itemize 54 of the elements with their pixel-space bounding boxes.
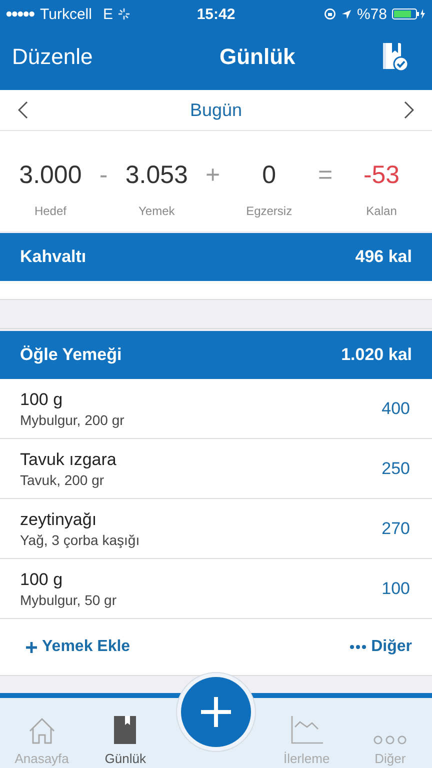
calorie-label: Yemek [138,204,175,218]
food-detail: Mybulgur, 200 gr [20,412,124,428]
diary-check-icon[interactable] [382,42,408,72]
previous-day-icon[interactable] [18,101,28,119]
food-name: zeytinyağı [20,510,98,530]
food-name: 100 g [20,570,64,590]
meal-header: Öğle Yemeği 1.020 kal [0,331,432,379]
book-icon [112,715,138,745]
operator-sign: + [206,161,220,190]
rotation-lock-icon [324,8,336,20]
food-detail: Yağ, 3 çorba kaşığı [20,532,140,548]
food-name: Tavuk ızgara [20,450,116,470]
battery-percent: %78 [356,6,387,22]
next-day-icon[interactable] [404,101,414,119]
operator-sign: - [99,161,108,190]
calorie-value: 0 [262,161,276,190]
tab-item[interactable]: Günlük [89,704,162,766]
calorie-value: 3.000 [19,161,82,190]
line-chart-icon [290,715,324,745]
carrier-name: Turkcell [40,6,92,22]
date-label: Bugün [190,100,242,120]
signal-icon [6,11,35,17]
operator-sign: = [318,161,333,190]
food-entry[interactable]: 100 g Mybulgur, 50 gr 100 [0,559,432,619]
food-calories: 100 [382,578,410,598]
add-food-link[interactable]: Yemek Ekle [26,638,130,656]
activity-spinner-icon [118,8,130,20]
home-icon [26,717,57,745]
calorie-value: 3.053 [125,161,188,190]
battery-charging-icon [392,8,426,20]
clock-time: 15:42 [196,6,236,22]
plus-icon [26,642,37,652]
edit-button[interactable]: Düzenle [12,44,93,70]
network-type: E [102,6,113,22]
food-detail: Tavuk, 200 gr [20,472,106,488]
calorie-label: Kalan [366,204,397,218]
add-button[interactable] [176,672,256,752]
food-calories: 400 [382,398,410,418]
calorie-value: -53 [363,161,400,190]
meal-header: Kahvaltı 496 kal [0,233,432,281]
food-entry[interactable]: zeytinyağı Yağ, 3 çorba kaşığı 270 [0,499,432,559]
food-entry[interactable]: Tavuk ızgara Tavuk, 200 gr 250 [0,439,432,499]
more-dots-icon [350,645,366,649]
calorie-label: Egzersiz [246,204,292,218]
calorie-label: Hedef [34,204,66,218]
more-link[interactable]: Diğer [350,638,412,656]
location-arrow-icon [340,8,352,20]
food-name: 100 g [20,390,64,410]
food-entry[interactable]: 100 g Mybulgur, 200 gr 400 [0,379,432,439]
food-detail: Mybulgur, 50 gr [20,592,116,608]
food-calories: 270 [382,518,410,538]
screen-title: Günlük [219,44,296,70]
food-calories: 250 [382,458,410,478]
more-icon [373,735,408,745]
